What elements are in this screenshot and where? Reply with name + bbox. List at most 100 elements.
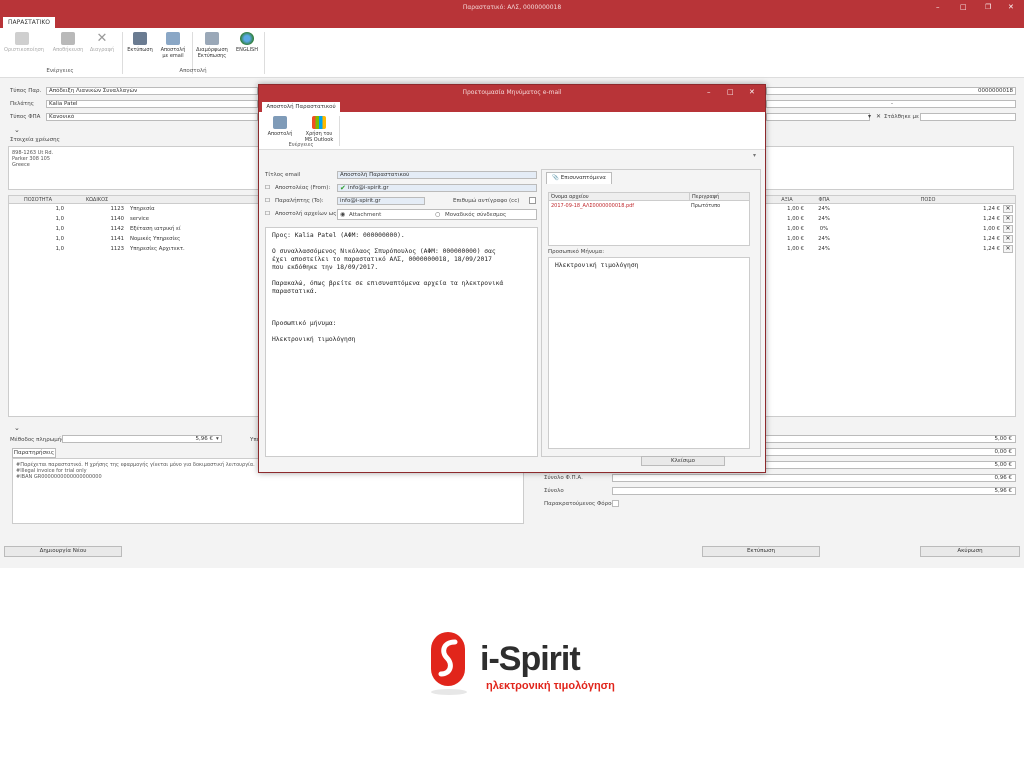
attachment-file[interactable]: 2017-09-18_ΑΛΣ0000000018.pdf [551,203,634,209]
finalize-label: Οριστικοποίηση [4,47,44,53]
use-outlook-button[interactable]: Χρήση του MS Outlook [303,116,335,143]
tab-send-document[interactable]: Αποστολή Παραστατικού [262,102,340,112]
create-new-button[interactable]: Δημιουργία Νέου [4,546,122,557]
finalize-button[interactable]: Οριστικοποίηση [4,32,44,53]
dialog-ribbon-tabs: Αποστολή Παραστατικού [259,101,765,112]
cell-qty: 1,0 [55,226,64,232]
cancel-button[interactable]: Ακύρωση [920,546,1020,557]
email-sent-dropdown[interactable] [766,113,870,121]
withheld-tax-checkbox[interactable] [612,500,619,507]
send-email-button[interactable]: Αποστολή με email [158,32,188,59]
col-header-code[interactable]: ΚΩΔΙΚΟΣ [67,196,127,204]
print-bottom-button[interactable]: Εκτύπωση [702,546,820,557]
app-window: Παραστατικό: ΑΛΣ, 0000000018 – □ ❐ ✕ ΠΑΡ… [0,0,1024,568]
cc-checkbox[interactable] [529,197,536,204]
cell-vat: 24% [818,206,830,212]
from-field[interactable]: info@i-spirit.gr [337,184,537,192]
print-settings-button[interactable]: Διαμόρφωση Εκτύπωσης [194,32,230,59]
restore-icon[interactable]: ❐ [985,3,991,11]
delete-button[interactable]: ✕ Διαγραφή [88,32,116,53]
body-line: Παρακαλώ, όπως βρείτε σε επισυναπτόμενα … [272,280,504,287]
doc-number-field[interactable]: 0000000018 [766,87,1016,95]
dialog-close-button[interactable]: Κλείσιμο [641,456,725,466]
personal-message-label: Προσωπικό Μήνυμα: [548,249,605,255]
dialog-title-bar: Προετοιμασία Μηνύματος e-mail – □ ✕ [259,85,765,101]
to-checkbox-icon[interactable]: ☐ [265,198,270,204]
dialog-send-label: Αποστολή [267,131,293,137]
cell-code: 1140 [110,216,124,222]
vat-total-label: Σύνολο Φ.Π.Α. [544,475,583,481]
cell-qty: 1,0 [55,206,64,212]
print-label: Εκτύπωση [127,47,153,53]
doc-type-label: Τύπος Παρ. [10,88,42,94]
minimize-icon[interactable]: – [936,3,940,11]
collapse-chevron-icon[interactable]: ⌄ [14,424,20,432]
attach-checkbox-icon[interactable]: ☐ [265,211,270,217]
email-body[interactable]: Προς: Kalia Patel (ΑΦΜ: 000000000). Ο συ… [265,227,538,457]
dialog-send-button[interactable]: Αποστολή [263,116,297,137]
dialog-collapse-icon[interactable]: ▾ [753,152,756,159]
body-line: παραστατικά. [272,288,318,295]
from-label: Αποστολέας (From): [275,185,331,191]
close-icon[interactable]: ✕ [1008,3,1014,11]
body-line: που εκδόθηκε την 18/09/2017. [272,264,379,271]
radio-attachment-label: Attachment [349,212,382,218]
col-header-value[interactable]: ΑΞΙΑ [767,196,807,204]
remove-row-icon[interactable]: ✕ [1003,215,1013,223]
dialog-close-icon[interactable]: ✕ [749,88,755,96]
cell-code: 1142 [110,226,124,232]
col-header-qty[interactable]: ΠΟΣΟΤΗΤΑ [9,196,67,204]
tab-parastatiko[interactable]: ΠΑΡΑΣΤΑΤΙΚΟ [3,17,55,28]
payment-method-field[interactable]: 5,96 € [62,435,222,443]
print-settings-label: Διαμόρφωση Εκτύπωσης [196,47,228,59]
col-header-amount[interactable]: ΠΟΣΟ [841,196,1015,204]
radio-link-icon[interactable]: ○ [435,211,440,218]
radio-attachment-icon[interactable]: ◉ [340,211,345,218]
print-button[interactable]: Εκτύπωση [124,32,156,53]
cell-qty: 1,0 [55,246,64,252]
windows-logo-icon [312,116,326,129]
tab-notes[interactable]: Παρατηρήσεις [12,448,56,458]
send-envelope-icon [273,116,287,129]
cell-code: 1123 [110,246,124,252]
remove-row-icon[interactable]: ✕ [1003,225,1013,233]
i-spirit-logo-icon [431,632,467,695]
remove-row-icon[interactable]: ✕ [1003,235,1013,243]
collapse-chevron-icon[interactable]: ⌄ [14,126,20,134]
clear-icon[interactable]: ✕ [876,113,881,120]
billing-line: Greece [12,162,30,168]
dropdown-arrow-icon[interactable]: ▾ [868,113,871,120]
cell-vat: 24% [818,216,830,222]
save-label: Αποθήκευση [52,47,84,53]
att-col-desc[interactable]: Περιγραφή [689,193,749,201]
personal-message-field[interactable]: Ηλεκτρονική τιμολόγηση [548,257,750,449]
customer-field[interactable]: Kalia Patel [46,100,258,108]
cell-amount: 1,24 € [983,206,1000,212]
email-subject-field[interactable]: Αποστολή Παραστατικού [337,171,537,179]
vat-type-field[interactable]: Κανονικό [46,113,258,121]
dialog-maximize-icon[interactable]: □ [727,88,734,96]
dialog-minimize-icon[interactable]: – [707,88,711,96]
attachment-desc: Πρωτότυπο [691,203,721,209]
tab-attachments[interactable]: 📎 Επισυναπτόμενα [546,172,612,184]
col-header-vat[interactable]: ΦΠΑ [807,196,841,204]
save-button[interactable]: Αποθήκευση [50,32,86,53]
window-title: Παραστατικό: ΑΛΣ, 0000000018 [462,4,562,11]
payment-method-label: Μέθοδος πληρωμής [10,437,65,443]
attach-label: Αποστολή αρχείων ως: [275,211,339,217]
to-field[interactable]: info@i-spirit.gr [337,197,425,205]
dialog-title: Προετοιμασία Μηνύματος e-mail [462,89,562,96]
language-button[interactable]: ENGLISH [232,32,262,53]
doc-series-field[interactable]: - [766,100,1016,108]
maximize-icon[interactable]: □ [960,3,967,11]
cell-vat: 24% [818,236,830,242]
email-sent-field[interactable] [920,113,1016,121]
email-subject-label: Τίτλος email [265,172,301,178]
from-checkbox-icon[interactable]: ☐ [265,185,270,191]
remove-row-icon[interactable]: ✕ [1003,245,1013,253]
payment-dropdown-arrow-icon[interactable]: ▾ [216,436,219,442]
remove-row-icon[interactable]: ✕ [1003,205,1013,213]
doc-type-field[interactable]: Απόδειξη Λιανικών Συναλλαγών [46,87,258,95]
finalize-icon [15,32,29,45]
att-col-name[interactable]: Όνομα αρχείου [549,193,689,201]
